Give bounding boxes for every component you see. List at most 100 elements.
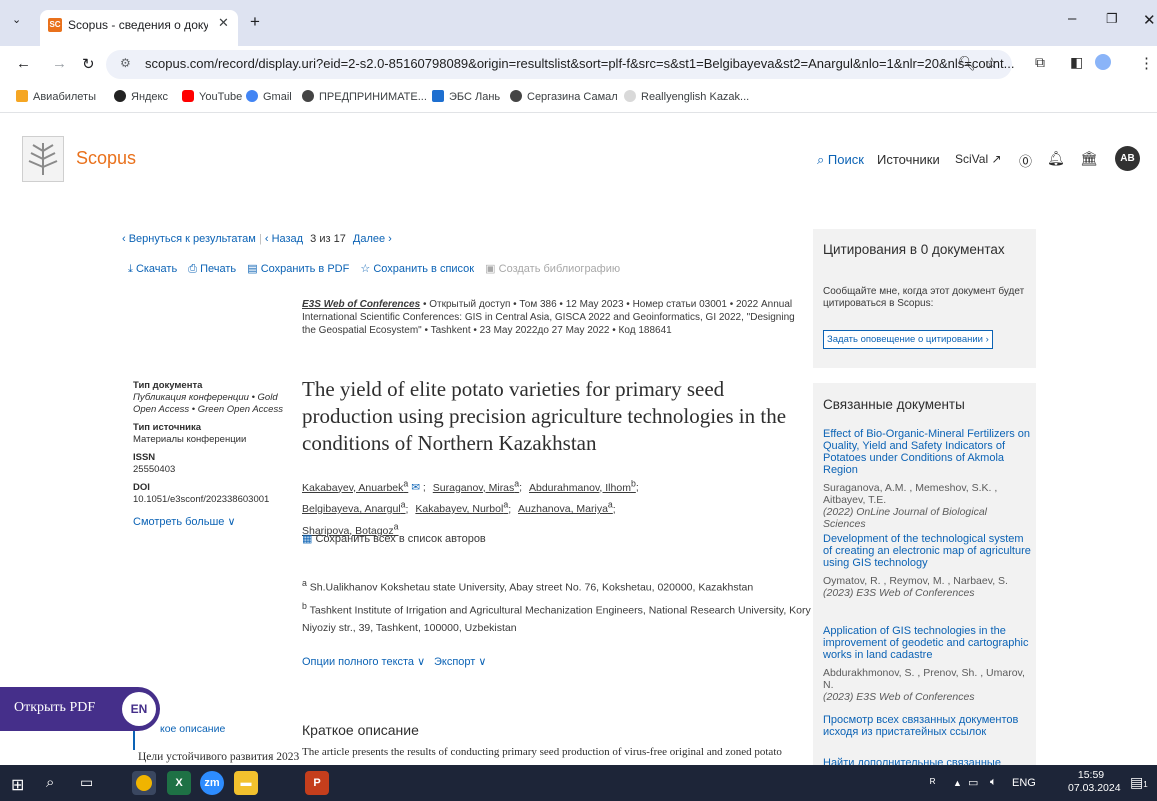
bibliography-icon: ▣	[485, 263, 496, 275]
search-icon: ⌕	[817, 152, 828, 167]
open-pdf-widget[interactable]: Открыть PDF EN	[0, 687, 160, 731]
related-authors: Abdurakhmonov, S. , Prenov, Sh. , Umarov…	[823, 667, 1025, 691]
task-view-icon[interactable]: ▭	[80, 774, 93, 791]
nav-search[interactable]: ⌕ Поиск	[817, 152, 864, 168]
network-icon[interactable]: ▭	[968, 776, 978, 789]
bookmark-star-icon[interactable]: ☆	[985, 54, 998, 72]
set-citation-alert-button[interactable]: Задать оповещение о цитировании ›	[823, 330, 993, 349]
back-icon[interactable]: ←	[16, 55, 31, 72]
journal-link[interactable]: E3S Web of Conferences	[302, 299, 420, 310]
save-list-icon: ▦	[302, 533, 313, 545]
action-bar: ⤓ Скачать ⎙ Печать ▤ Сохранить в PDF ☆ С…	[128, 262, 620, 276]
next-link[interactable]: Далее ›	[353, 233, 392, 245]
download-icon: ⤓	[128, 263, 133, 275]
bookmark-sergazina[interactable]: Сергазина Самал	[510, 90, 618, 103]
issn-label: ISSN	[133, 452, 156, 463]
view-all-related-link[interactable]: Просмотр всех связанных документов исход…	[823, 714, 1031, 738]
url-text[interactable]: scopus.com/record/display.uri?eid=2-s2.0…	[145, 56, 1014, 71]
windows-start-icon[interactable]: ⊞	[11, 775, 24, 795]
source-info: E3S Web of Conferences • Открытый доступ…	[302, 298, 810, 337]
language-badge[interactable]: EN	[122, 692, 156, 726]
bookmark-youtube[interactable]: YouTube	[182, 90, 242, 103]
export-button[interactable]: Экспорт ∨	[434, 655, 486, 668]
tab-title: Scopus - сведения о документ	[68, 18, 208, 32]
reload-icon[interactable]: ↻	[82, 55, 95, 73]
bookmark-lan[interactable]: ЭБС Лань	[432, 90, 500, 103]
bookmark-gmail[interactable]: Gmail	[246, 90, 292, 103]
menu-dots-icon[interactable]: ⋮	[1139, 54, 1154, 72]
extensions-icon[interactable]: ⧉	[1035, 54, 1045, 71]
forward-icon[interactable]: →	[52, 55, 67, 72]
new-tab-icon[interactable]: +	[250, 12, 260, 32]
nav-sources[interactable]: Источники	[877, 152, 940, 167]
author-link[interactable]: Kakabayev, Nurbola	[415, 500, 508, 516]
bookmark-entrepreneur[interactable]: ПРЕДПРИНИМАТЕ...	[302, 90, 427, 103]
tab-search-icon[interactable]: ⌄	[12, 13, 21, 26]
download-button[interactable]: ⤓ Скачать	[128, 263, 177, 275]
restore-icon[interactable]: ❐	[1106, 11, 1118, 27]
google-icon	[246, 90, 258, 102]
affiliation-item: a Sh.Ualikhanov Kokshetau state Universi…	[302, 578, 754, 594]
bookmark-avia[interactable]: Авиабилеты	[16, 90, 96, 103]
close-window-icon[interactable]: ✕	[1143, 11, 1156, 29]
volume-icon[interactable]: 🔈︎	[990, 776, 997, 789]
related-source: (2023) E3S Web of Conferences	[823, 587, 975, 599]
institution-icon[interactable]: 🏛︎	[1080, 150, 1098, 167]
zoom-icon[interactable]: 🔍︎	[958, 55, 976, 72]
author-link[interactable]: Kakabayev, Anuarbeka	[302, 478, 408, 494]
author-link[interactable]: Suraganov, Mirasa	[433, 478, 519, 494]
bookmark-yandex[interactable]: Яндекс	[114, 90, 168, 103]
source-type-value: Материалы конференции	[133, 434, 247, 445]
notifications-icon[interactable]: ▤1	[1130, 774, 1148, 791]
sidepanel-icon[interactable]: ◧	[1070, 54, 1083, 71]
prev-link[interactable]: ‹ Назад	[265, 233, 303, 245]
author-link[interactable]: Belgibayeva, Anargula	[302, 500, 406, 516]
print-button[interactable]: ⎙ Печать	[188, 263, 236, 275]
email-icon[interactable]: ✉	[411, 482, 420, 494]
scopus-brand[interactable]: Scopus	[76, 148, 136, 169]
nav-scival[interactable]: SciVal ↗	[955, 152, 1002, 166]
excel-icon[interactable]: X	[167, 771, 191, 795]
language-indicator[interactable]: ENG	[1012, 777, 1036, 789]
people-icon[interactable]: ᴿ	[930, 776, 935, 790]
clock[interactable]: 15:59 07.03.2024	[1068, 769, 1121, 795]
site-info-icon[interactable]: ⚙	[120, 56, 131, 70]
related-title-link[interactable]: Application of GIS technologies in the i…	[823, 625, 1031, 661]
save-list-button[interactable]: ☆ Сохранить в список	[360, 263, 474, 275]
help-icon[interactable]: ⓪	[1019, 151, 1032, 170]
related-authors: Suraganova, A.M. , Memeshov, S.K. , Aitb…	[823, 482, 998, 506]
user-avatar[interactable]: AB	[1115, 146, 1140, 171]
browser-app-icon[interactable]	[132, 771, 156, 795]
related-item: Effect of Bio-Organic-Mineral Fertilizer…	[823, 428, 1031, 530]
bookmark-reallyenglish[interactable]: Reallyenglish Kazak...	[624, 90, 749, 103]
elsevier-logo[interactable]	[22, 136, 64, 182]
show-more-link[interactable]: Смотреть больше ∨	[133, 516, 283, 528]
scopus-favicon-icon: SC	[48, 18, 62, 32]
save-authors-button[interactable]: ▦ Сохранить всех в список авторов	[302, 532, 486, 545]
find-more-related-link[interactable]: Найти дополнительные связанные	[823, 757, 1031, 765]
left-nav-abstract[interactable]: кое описание	[160, 723, 225, 735]
search-icon[interactable]: ⌕	[46, 774, 54, 791]
file-explorer-icon[interactable]: ▬	[234, 771, 258, 795]
browser-tab[interactable]: SC Scopus - сведения о документ ✕	[40, 10, 238, 46]
youtube-icon	[182, 90, 194, 102]
author-link[interactable]: Auzhanova, Mariyaa	[518, 500, 613, 516]
author-link[interactable]: Abdurahmanov, Ilhomb	[529, 478, 636, 494]
bell-icon[interactable]: 🔔︎	[1047, 150, 1065, 167]
left-nav-sdg[interactable]: Цели устойчивого развития 2023	[138, 751, 299, 763]
back-to-results-link[interactable]: ‹ Вернуться к результатам	[122, 233, 256, 245]
bibliography-button[interactable]: ▣ Создать библиографию	[485, 263, 620, 275]
minimize-icon[interactable]: –	[1068, 10, 1076, 27]
related-item: Development of the technological system …	[823, 533, 1031, 599]
fulltext-options-button[interactable]: Опции полного текста ∨	[302, 655, 425, 668]
globe-icon	[510, 90, 522, 102]
related-title-link[interactable]: Development of the technological system …	[823, 533, 1031, 569]
tray-chevron-icon[interactable]: ▲	[953, 778, 962, 788]
doc-type-value: Публикация конференции • Gold Open Acces…	[133, 392, 283, 415]
profile-icon[interactable]	[1095, 54, 1111, 70]
powerpoint-icon[interactable]: P	[305, 771, 329, 795]
save-pdf-button[interactable]: ▤ Сохранить в PDF	[247, 263, 349, 275]
zoom-app-icon[interactable]: zm	[200, 771, 224, 795]
close-tab-icon[interactable]: ✕	[218, 15, 229, 31]
related-title-link[interactable]: Effect of Bio-Organic-Mineral Fertilizer…	[823, 428, 1031, 476]
